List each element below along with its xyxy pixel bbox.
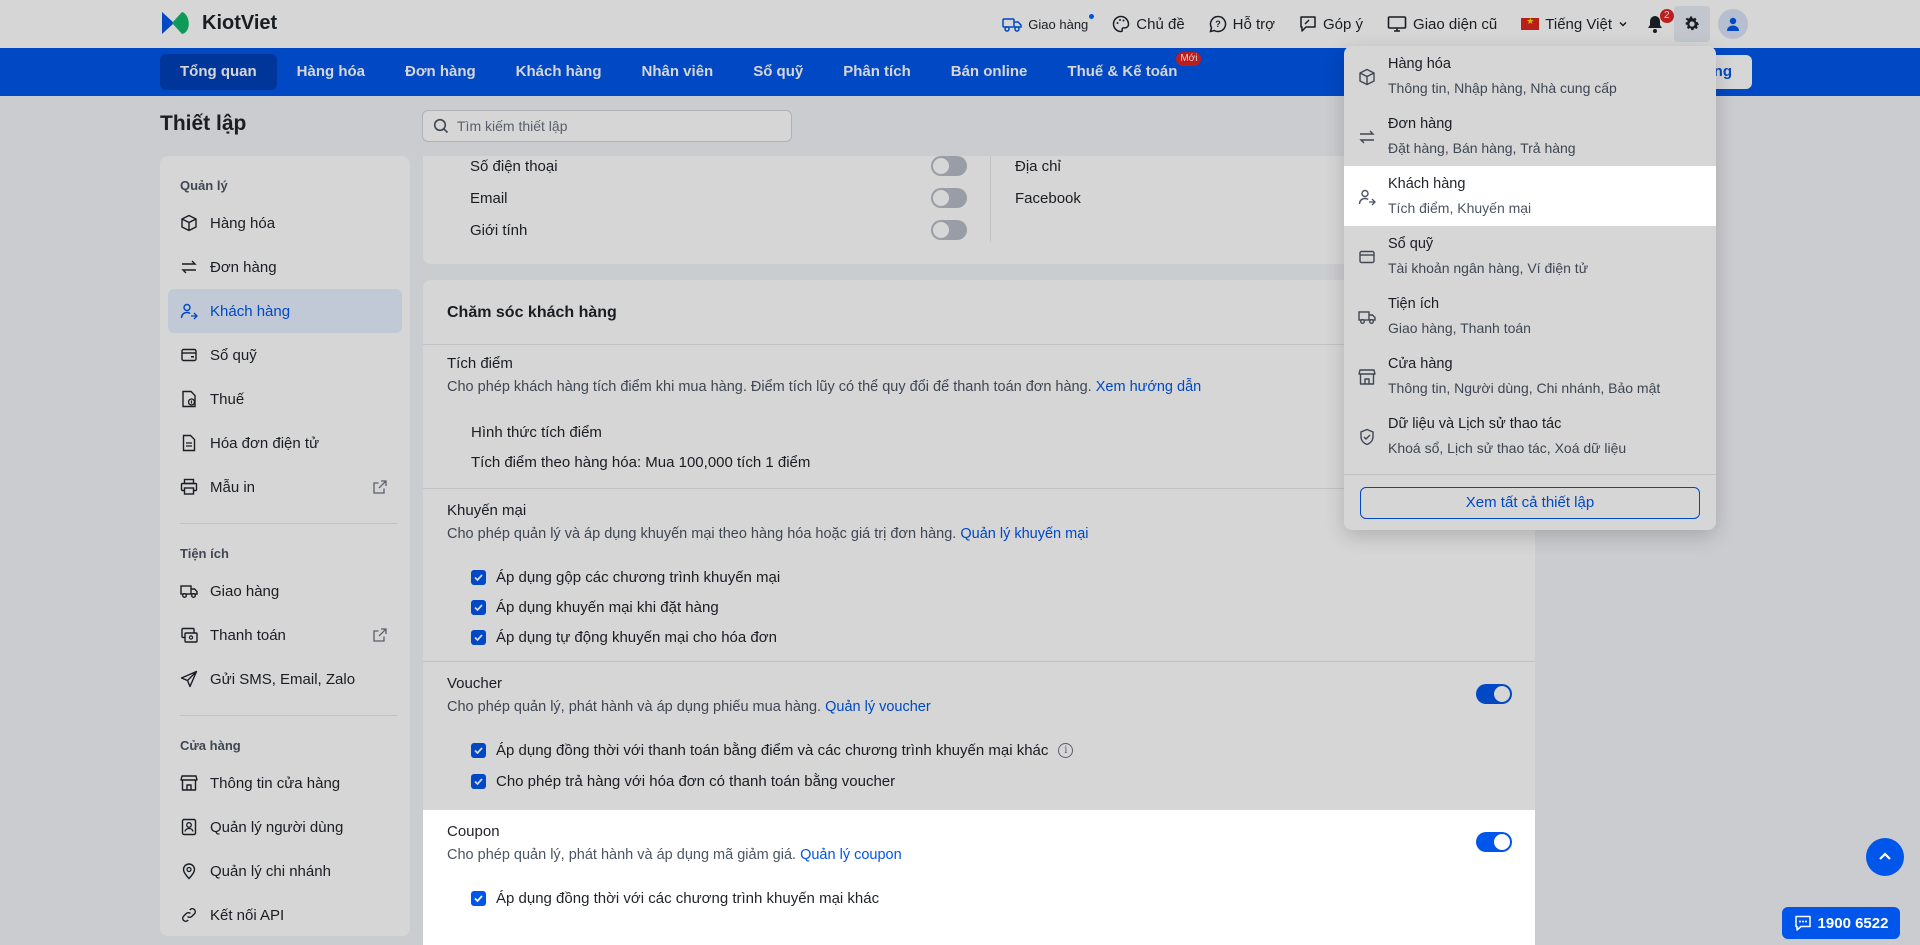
coupon-toggle[interactable]: [1476, 832, 1512, 852]
store-icon: [1358, 369, 1376, 385]
customer-icon: [1358, 189, 1376, 206]
scroll-to-top-button[interactable]: [1866, 838, 1904, 876]
manage-coupon-link[interactable]: Quản lý coupon: [800, 847, 902, 863]
shield-check-icon: [1360, 428, 1374, 446]
coupon-option-combine[interactable]: Áp dụng đồng thời với các chương trình k…: [471, 890, 879, 907]
dropdown-item-subtitle: Thông tin, Nhập hàng, Nhà cung cấp: [1388, 80, 1617, 96]
swap-icon: [1359, 130, 1375, 144]
dropdown-item-title: Tiện ích: [1388, 296, 1440, 312]
hotline-number: 1900 6522: [1817, 914, 1889, 932]
dropdown-divider: [1344, 474, 1716, 475]
dropdown-item-customers[interactable]: Khách hàng Tích điểm, Khuyến mại: [1344, 166, 1716, 226]
hotline-button[interactable]: 1900 6522: [1782, 907, 1900, 939]
coupon-option-label: Áp dụng đồng thời với các chương trình k…: [496, 890, 880, 907]
coupon-title: Coupon: [447, 823, 500, 840]
dropdown-item-title: Đơn hàng: [1388, 116, 1453, 132]
coupon-section: Coupon Cho phép quản lý, phát hành và áp…: [423, 810, 1535, 945]
box-icon: [1359, 68, 1375, 86]
dropdown-item-subtitle: Khoá sổ, Lịch sử thao tác, Xoá dữ liệu: [1388, 440, 1627, 456]
dropdown-item-title: Khách hàng: [1388, 176, 1466, 192]
dropdown-item-orders[interactable]: Đơn hàng Đặt hàng, Bán hàng, Trả hàng: [1344, 106, 1716, 166]
chat-phone-icon: [1794, 915, 1811, 931]
dropdown-item-subtitle: Tích điểm, Khuyến mại: [1388, 200, 1532, 216]
dropdown-item-cashbook[interactable]: Sổ quỹ Tài khoản ngân hàng, Ví điện tử: [1344, 226, 1716, 286]
check-icon: [474, 895, 483, 903]
dropdown-item-products[interactable]: Hàng hóa Thông tin, Nhập hàng, Nhà cung …: [1344, 46, 1716, 106]
truck-icon: [1358, 311, 1376, 324]
settings-dropdown: Hàng hóa Thông tin, Nhập hàng, Nhà cung …: [1344, 46, 1716, 530]
coupon-desc: Cho phép quản lý, phát hành và áp dụng m…: [447, 847, 902, 863]
dropdown-item-title: Sổ quỹ: [1388, 236, 1434, 252]
chevron-up-icon: [1879, 852, 1891, 860]
dropdown-item-store[interactable]: Cửa hàng Thông tin, Người dùng, Chi nhán…: [1344, 346, 1716, 406]
dropdown-item-subtitle: Thông tin, Người dùng, Chi nhánh, Bảo mậ…: [1388, 380, 1661, 396]
wallet-icon: [1359, 250, 1375, 264]
dropdown-item-title: Cửa hàng: [1388, 356, 1453, 372]
dropdown-item-subtitle: Đặt hàng, Bán hàng, Trả hàng: [1388, 140, 1576, 156]
view-all-settings-button[interactable]: Xem tất cả thiết lập: [1360, 487, 1700, 519]
coupon-desc-text: Cho phép quản lý, phát hành và áp dụng m…: [447, 847, 797, 863]
dropdown-item-subtitle: Tài khoản ngân hàng, Ví điện tử: [1388, 260, 1589, 276]
dropdown-item-title: Hàng hóa: [1388, 56, 1451, 72]
dropdown-item-subtitle: Giao hàng, Thanh toán: [1388, 320, 1531, 336]
dropdown-item-title: Dữ liệu và Lịch sử thao tác: [1388, 416, 1562, 432]
checkbox-checked[interactable]: [471, 891, 486, 906]
dropdown-item-utilities[interactable]: Tiện ích Giao hàng, Thanh toán: [1344, 286, 1716, 346]
dropdown-item-data-history[interactable]: Dữ liệu và Lịch sử thao tác Khoá sổ, Lịc…: [1344, 406, 1716, 466]
